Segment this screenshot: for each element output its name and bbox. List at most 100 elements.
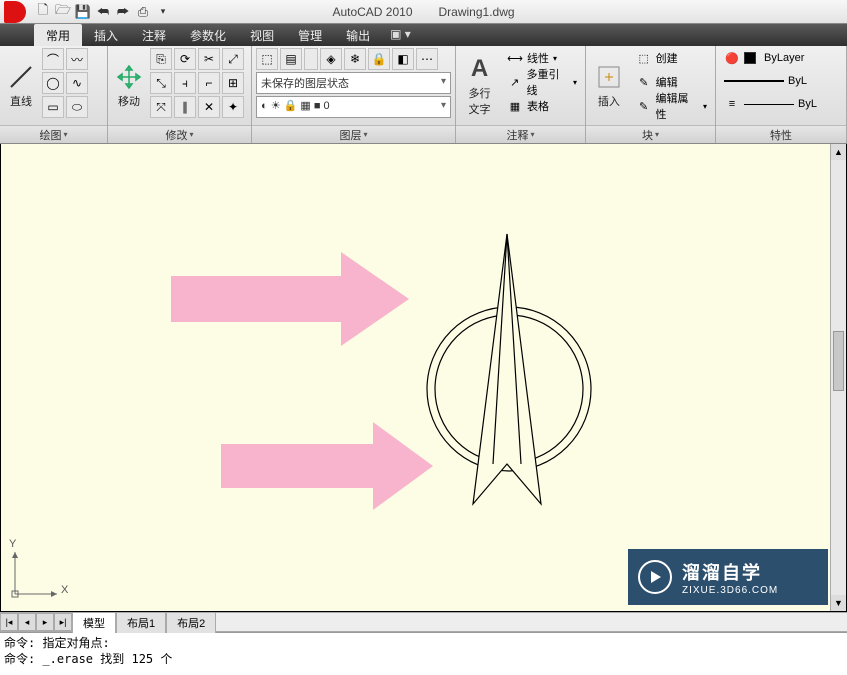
move-button[interactable]: 移动 — [112, 48, 146, 123]
command-line[interactable]: 命令: 指定对角点: 命令: _.erase 找到 125 个 — [0, 632, 847, 672]
arc-icon[interactable]: ⌒ — [42, 48, 64, 70]
dim-icon: ⟷ — [507, 50, 523, 66]
panel-modify-label: 修改 — [165, 127, 187, 143]
tab-nav-prev-icon[interactable]: ◂ — [18, 613, 36, 631]
tab-layout2[interactable]: 布局2 — [166, 612, 216, 633]
block-create-button[interactable]: ⬚创建 — [632, 48, 711, 68]
color-icon: 🔴 — [724, 50, 740, 66]
panel-layers: ⬚ ▤ ◈ ❄ 🔒 ◧ ⋯ 未保存的图层状态 ◐ ☀ 🔒 ▦ ■ 0 图层▾ — [252, 46, 456, 143]
insert-icon — [595, 63, 623, 91]
block-attedit-button[interactable]: ✎编辑属性▾ — [632, 96, 711, 116]
layerstate-icon[interactable]: ⬚ — [256, 48, 278, 70]
rotate-icon[interactable]: ⟳ — [174, 48, 196, 70]
copy-icon[interactable]: ⎘ — [150, 48, 172, 70]
polyline-icon[interactable]: 〰 — [66, 48, 88, 70]
tab-view[interactable]: 视图 — [238, 24, 286, 46]
rect-icon[interactable]: ▭ — [42, 96, 64, 118]
app-icon[interactable] — [4, 1, 26, 23]
chevron-down-icon[interactable]: ▾ — [63, 130, 67, 139]
drawing-canvas[interactable]: Y X ▲ ▼ 溜溜自学 ZIXUE.3D66.COM — [0, 144, 847, 612]
array-icon[interactable]: ⊞ — [222, 72, 244, 94]
menu-extra-icon[interactable]: ▣ ▾ — [382, 24, 419, 46]
line-preview-icon — [744, 104, 794, 105]
leader-icon: ↗ — [507, 74, 522, 90]
menu-bar: 常用 插入 注释 参数化 视图 管理 输出 ▣ ▾ — [0, 24, 847, 46]
ellipse-icon[interactable]: ⬭ — [66, 96, 88, 118]
mtext-button[interactable]: A 多行 文字 — [460, 48, 499, 123]
chevron-down-icon[interactable]: ▾ — [189, 130, 193, 139]
drawing-content — [1, 144, 847, 612]
lineweight-combo[interactable]: ByL — [720, 71, 842, 91]
tab-layout1[interactable]: 布局1 — [116, 612, 166, 633]
layerstate-combo[interactable]: 未保存的图层状态 — [256, 72, 451, 94]
move-icon — [115, 63, 143, 91]
qat-dropdown-icon[interactable]: ▾ — [154, 3, 172, 21]
layerprop-icon[interactable]: ▤ — [280, 48, 302, 70]
table-button[interactable]: ▦表格 — [503, 96, 581, 116]
extend-icon[interactable]: ⤢ — [222, 48, 244, 70]
panel-draw-label: 绘图 — [39, 127, 61, 143]
tab-model[interactable]: 模型 — [72, 612, 116, 633]
attedit-icon: ✎ — [636, 98, 652, 114]
qat-new-icon[interactable]: 🗋 — [34, 3, 52, 21]
tab-home[interactable]: 常用 — [34, 24, 82, 46]
layerfrz-icon[interactable]: ❄ — [344, 48, 366, 70]
vertical-scrollbar[interactable]: ▲ ▼ — [830, 144, 846, 611]
scale-icon[interactable]: ⤧ — [150, 96, 172, 118]
stretch-icon[interactable]: ⤡ — [150, 72, 172, 94]
color-swatch-icon — [744, 52, 756, 64]
file-name: Drawing1.dwg — [439, 5, 515, 19]
tab-parametric[interactable]: 参数化 — [178, 24, 238, 46]
text-icon: A — [466, 55, 494, 83]
tab-output[interactable]: 输出 — [334, 24, 382, 46]
erase-icon[interactable]: ✕ — [198, 96, 220, 118]
qat-undo-icon[interactable]: ⮪ — [94, 3, 112, 21]
chevron-down-icon[interactable]: ▾ — [530, 130, 534, 139]
mleader-button[interactable]: ↗多重引线▾ — [503, 72, 581, 92]
qat-redo-icon[interactable]: ⮫ — [114, 3, 132, 21]
line-icon — [7, 63, 35, 91]
block-edit-button[interactable]: ✎编辑 — [632, 72, 711, 92]
scroll-up-icon[interactable]: ▲ — [831, 144, 846, 160]
north-symbol — [427, 234, 591, 504]
layermore-icon[interactable]: ⋯ — [416, 48, 438, 70]
insert-button[interactable]: 插入 — [590, 48, 628, 123]
title-bar: 🗋 🗁 💾 ⮪ ⮫ ⎙ ▾ AutoCAD 2010 Drawing1.dwg — [0, 0, 847, 24]
layeriso-icon[interactable]: ◈ — [320, 48, 342, 70]
qat-open-icon[interactable]: 🗁 — [54, 3, 72, 21]
mirror-icon[interactable]: ⫞ — [174, 72, 196, 94]
color-combo[interactable]: 🔴ByLayer — [720, 48, 842, 68]
scroll-down-icon[interactable]: ▼ — [831, 595, 846, 611]
line-button[interactable]: 直线 — [4, 48, 38, 123]
dimlinear-button[interactable]: ⟷线性▾ — [503, 48, 581, 68]
chevron-down-icon[interactable]: ▾ — [363, 130, 367, 139]
scroll-thumb[interactable] — [833, 331, 844, 391]
layercolor-icon[interactable]: ◧ — [392, 48, 414, 70]
tab-manage[interactable]: 管理 — [286, 24, 334, 46]
sep-icon — [304, 48, 318, 70]
layer-combo[interactable]: ◐ ☀ 🔒 ▦ ■ 0 — [256, 96, 451, 118]
panel-layers-label: 图层 — [339, 127, 361, 143]
linetype-combo[interactable]: ≡ByL — [720, 94, 842, 114]
ucs-y-label: Y — [9, 538, 16, 550]
spline-icon[interactable]: ∿ — [66, 72, 88, 94]
layerlock-icon[interactable]: 🔒 — [368, 48, 390, 70]
tab-nav-last-icon[interactable]: ▸| — [54, 613, 72, 631]
tab-nav-first-icon[interactable]: |◂ — [0, 613, 18, 631]
explode-icon[interactable]: ✦ — [222, 96, 244, 118]
trim-icon[interactable]: ✂ — [198, 48, 220, 70]
qat-save-icon[interactable]: 💾 — [74, 3, 92, 21]
chevron-down-icon[interactable]: ▾ — [655, 130, 659, 139]
panel-properties: 🔴ByLayer ByL ≡ByL 特性 — [716, 46, 847, 143]
circle-icon[interactable]: ◯ — [42, 72, 64, 94]
ucs-icon: Y X — [7, 542, 67, 605]
qat-print-icon[interactable]: ⎙ — [134, 3, 152, 21]
tab-nav-next-icon[interactable]: ▸ — [36, 613, 54, 631]
fillet-icon[interactable]: ⌐ — [198, 72, 220, 94]
offset-icon[interactable]: ∥ — [174, 96, 196, 118]
layout-tabs: |◂ ◂ ▸ ▸| 模型 布局1 布局2 — [0, 612, 847, 632]
watermark-url: ZIXUE.3D66.COM — [682, 585, 778, 596]
tab-insert[interactable]: 插入 — [82, 24, 130, 46]
panel-block: 插入 ⬚创建 ✎编辑 ✎编辑属性▾ 块▾ — [586, 46, 716, 143]
tab-annotate[interactable]: 注释 — [130, 24, 178, 46]
